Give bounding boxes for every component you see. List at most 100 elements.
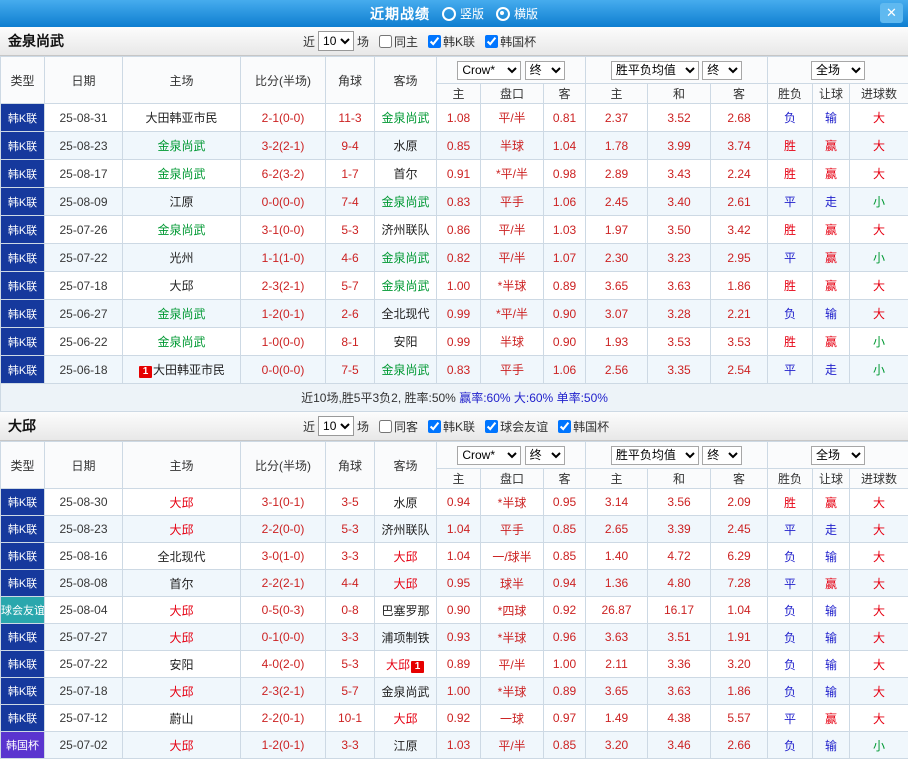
panel-title: 近期战绩 — [370, 4, 430, 24]
away-team-name: 金泉尚武 — [381, 195, 429, 209]
checkbox-input[interactable] — [485, 35, 498, 48]
filter-checkbox-韩K联[interactable]: 韩K联 — [428, 418, 475, 435]
euro-home-odds: 2.56 — [586, 356, 648, 384]
asian-home-odds: 0.99 — [437, 328, 481, 356]
corner-cell: 10-1 — [326, 705, 375, 732]
layout-radio-horizontal[interactable]: 横版 — [496, 5, 538, 22]
result-handicap: 赢 — [813, 272, 850, 300]
asian-odds-group-header: Crow* 终 — [437, 57, 586, 84]
away-team-name: 安阳 — [393, 335, 417, 349]
match-count-select[interactable]: 10 — [318, 416, 354, 436]
away-team: 安阳 — [375, 328, 437, 356]
sub-col-header-europe: 和 — [648, 84, 711, 104]
filter-checkbox-韩国杯[interactable]: 韩国杯 — [558, 418, 609, 435]
euro-away-odds: 2.95 — [711, 244, 768, 272]
odds-company-select[interactable]: Crow* — [457, 61, 521, 80]
match-date: 25-07-02 — [45, 732, 123, 759]
result-goals: 大 — [850, 705, 908, 732]
asian-away-odds: 0.89 — [544, 272, 586, 300]
sub-col-header-full: 胜负 — [768, 469, 813, 489]
away-team-name: 大邱1 — [386, 658, 425, 672]
sub-col-header-full: 胜负 — [768, 84, 813, 104]
fullmatch-group-header: 全场 — [768, 442, 908, 469]
asian-handicap: 平手 — [481, 188, 544, 216]
corner-cell: 7-5 — [326, 356, 375, 384]
checkbox-label: 韩国杯 — [573, 418, 609, 435]
asian-away-odds: 1.03 — [544, 216, 586, 244]
asian-final-select[interactable]: 终 — [525, 61, 565, 80]
europe-odds-group-header: 胜平负均值 终 — [586, 57, 768, 84]
stats-summary-row: 近10场,胜5平3负2, 胜率:50% 赢率:60% 大:60% 单率:50% — [1, 384, 908, 412]
asian-home-odds: 0.95 — [437, 570, 481, 597]
europe-final-select[interactable]: 终 — [702, 446, 742, 465]
home-team: 江原 — [123, 188, 241, 216]
europe-avg-select[interactable]: 胜平负均值 — [611, 61, 699, 80]
score-cell: 2-3(2-1) — [241, 272, 326, 300]
away-team: 首尔 — [375, 160, 437, 188]
asian-handicap: *半球 — [481, 678, 544, 705]
result-goals: 大 — [850, 624, 908, 651]
checkbox-input[interactable] — [379, 420, 392, 433]
asian-home-odds: 0.83 — [437, 188, 481, 216]
col-header-corner: 角球 — [326, 442, 375, 489]
score-cell: 2-2(0-1) — [241, 705, 326, 732]
scope-select[interactable]: 全场 — [811, 446, 865, 465]
away-team: 济州联队 — [375, 516, 437, 543]
asian-handicap: 平/半 — [481, 216, 544, 244]
filter-checkbox-同主[interactable]: 同主 — [379, 33, 418, 50]
asian-handicap: *平/半 — [481, 160, 544, 188]
result-goals: 小 — [850, 244, 908, 272]
score-cell: 1-2(0-1) — [241, 300, 326, 328]
euro-home-odds: 2.30 — [586, 244, 648, 272]
games-label: 场 — [357, 33, 369, 50]
euro-draw-odds: 3.35 — [648, 356, 711, 384]
europe-avg-select[interactable]: 胜平负均值 — [611, 446, 699, 465]
score-cell: 0-5(0-3) — [241, 597, 326, 624]
filter-checkbox-同客[interactable]: 同客 — [379, 418, 418, 435]
league-badge: 韩K联 — [1, 489, 45, 516]
checkbox-input[interactable] — [428, 420, 441, 433]
col-header-type: 类型 — [1, 442, 45, 489]
score-cell: 2-2(0-0) — [241, 516, 326, 543]
checkbox-input[interactable] — [428, 35, 441, 48]
checkbox-input[interactable] — [558, 420, 571, 433]
result-goals: 大 — [850, 132, 908, 160]
euro-home-odds: 2.65 — [586, 516, 648, 543]
match-row: 韩K联 25-07-18 大邱 2-3(2-1) 5-7 金泉尚武 1.00 *… — [1, 678, 908, 705]
europe-final-select[interactable]: 终 — [702, 61, 742, 80]
close-icon[interactable]: ✕ — [880, 3, 903, 23]
asian-away-odds: 0.81 — [544, 104, 586, 132]
match-row: 韩K联 25-07-26 金泉尚武 3-1(0-0) 5-3 济州联队 0.86… — [1, 216, 908, 244]
home-team-name: 全北现代 — [157, 550, 205, 564]
asian-final-select[interactable]: 终 — [525, 446, 565, 465]
asian-handicap: 一/球半 — [481, 543, 544, 570]
checkbox-input[interactable] — [379, 35, 392, 48]
scope-select[interactable]: 全场 — [811, 61, 865, 80]
away-team: 水原 — [375, 132, 437, 160]
result-win-loss: 平 — [768, 570, 813, 597]
league-badge: 韩K联 — [1, 328, 45, 356]
result-goals: 大 — [850, 543, 908, 570]
layout-radio-vertical[interactable]: 竖版 — [442, 5, 484, 22]
col-header-date: 日期 — [45, 442, 123, 489]
odds-company-select[interactable]: Crow* — [457, 446, 521, 465]
result-handicap: 输 — [813, 597, 850, 624]
filter-checkbox-韩国杯[interactable]: 韩国杯 — [485, 33, 536, 50]
euro-home-odds: 3.63 — [586, 624, 648, 651]
match-date: 25-06-18 — [45, 356, 123, 384]
home-team: 大邱 — [123, 732, 241, 759]
checkbox-input[interactable] — [485, 420, 498, 433]
euro-home-odds: 3.07 — [586, 300, 648, 328]
match-count-select[interactable]: 10 — [318, 31, 354, 51]
sub-col-header-asian: 盘口 — [481, 469, 544, 489]
result-win-loss: 负 — [768, 104, 813, 132]
score-cell: 1-2(0-1) — [241, 732, 326, 759]
filter-checkbox-韩K联[interactable]: 韩K联 — [428, 33, 475, 50]
result-handicap: 赢 — [813, 705, 850, 732]
euro-home-odds: 26.87 — [586, 597, 648, 624]
asian-handicap: *半球 — [481, 489, 544, 516]
filter-checkbox-球会友谊[interactable]: 球会友谊 — [485, 418, 548, 435]
home-team-name: 首尔 — [169, 577, 193, 591]
home-team-name: 大田韩亚市民 — [145, 111, 217, 125]
match-row: 韩K联 25-08-23 大邱 2-2(0-0) 5-3 济州联队 1.04 平… — [1, 516, 908, 543]
